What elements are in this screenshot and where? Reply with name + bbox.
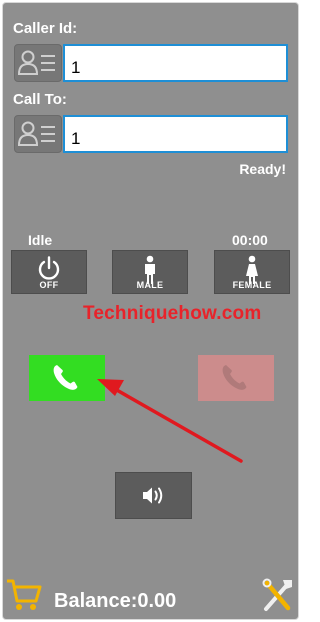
- cart-icon[interactable]: [5, 577, 43, 613]
- annotation-arrow: [97, 379, 243, 463]
- balance-text: Balance:0.00: [54, 590, 177, 612]
- speaker-icon: [143, 487, 163, 504]
- speaker-button[interactable]: [115, 472, 192, 519]
- tools-icon[interactable]: [261, 577, 295, 615]
- dialer-panel: Caller Id: Call To: Ready! Idle 00:00 OF: [2, 2, 299, 620]
